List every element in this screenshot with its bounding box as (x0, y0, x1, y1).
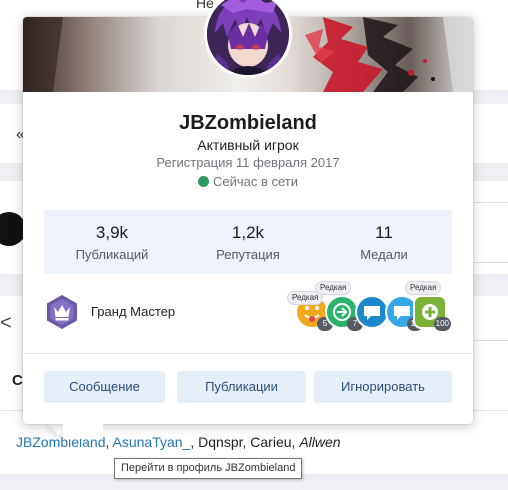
trophy-count: 100 (433, 317, 451, 331)
member-title: Активный игрок (197, 137, 299, 153)
stat-value: 11 (375, 223, 393, 242)
stat-label: Медали (360, 247, 408, 262)
member-username[interactable]: JBZombieland (23, 112, 473, 135)
online-dot-icon (197, 176, 209, 187)
chat-bubble-icon[interactable] (355, 295, 389, 329)
online-status-text: Сейчас в сети (212, 174, 299, 189)
rare-badge: Редкая (405, 281, 442, 295)
popup-arrow-cover (63, 421, 103, 439)
link-tooltip: Перейти в профиль JBZombieland (114, 458, 303, 479)
rank-label: Гранд Мастер (91, 304, 176, 319)
chevron-left-icon[interactable]: < (0, 312, 12, 335)
crown-icon (47, 295, 77, 329)
page-row-line (474, 262, 508, 263)
card-footer-divider (23, 353, 473, 354)
viewer-link[interactable]: Allwen (299, 434, 340, 450)
member-stats: 3,9k Публикаций 1,2k Репутация 11 Медали (44, 210, 452, 274)
stat-label: Публикаций (75, 247, 149, 262)
viewer-separator: , (190, 434, 199, 450)
stat-value: 3,9k (95, 223, 129, 242)
viewer-link[interactable]: Carieu (250, 434, 291, 450)
member-card-popup: JBZombieland Активный игрок Регистрация … (23, 0, 473, 439)
stat-value: 1,2k (231, 223, 265, 242)
viewer-link[interactable]: Dqnspr (198, 434, 242, 450)
viewer-separator: , (105, 434, 113, 450)
stat-label: Репутация (216, 247, 280, 262)
ignore-button[interactable]: Игнорировать (314, 371, 452, 403)
trophy-showcase: 5 7 10 100 Редкая Редкая Редкая (287, 279, 453, 339)
page-row-line (474, 202, 508, 203)
page-row-line (474, 340, 508, 341)
viewer-link[interactable]: AsunaTyan_ (113, 434, 191, 450)
section-heading: С (12, 372, 23, 389)
plus-badge-icon[interactable]: 100 (413, 295, 451, 331)
rare-badge: Редкая (315, 281, 352, 295)
posts-button[interactable]: Публикации (177, 371, 306, 403)
enter-arrow-icon[interactable]: 7 (325, 295, 363, 331)
message-button[interactable]: Сообщение (44, 371, 165, 403)
registration-date: Регистрация 11 февраля 2017 (156, 155, 340, 170)
online-status: Сейчас в сети (23, 174, 473, 189)
